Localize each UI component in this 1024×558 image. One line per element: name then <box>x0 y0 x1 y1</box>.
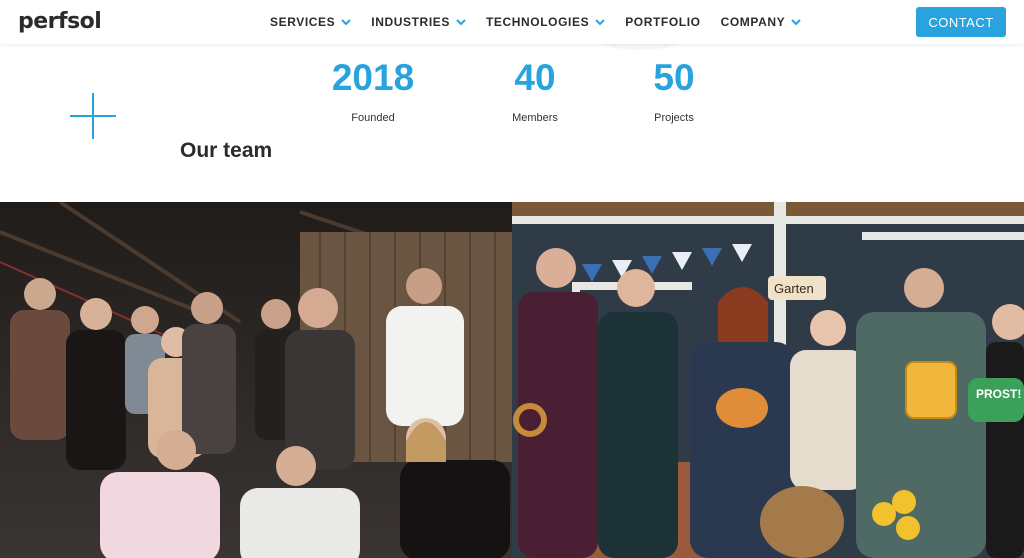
nav-item-portfolio[interactable]: PORTFOLIO <box>625 15 700 29</box>
stat-label: Projects <box>654 112 694 124</box>
nav-item-industries[interactable]: INDUSTRIES <box>371 15 466 29</box>
nav-item-label: INDUSTRIES <box>371 15 450 29</box>
team-photo-oktoberfest: Garten PROST! <box>512 202 1024 558</box>
nav-item-company[interactable]: COMPANY <box>721 15 802 29</box>
team-photo-warehouse <box>0 202 512 558</box>
nav-item-services[interactable]: SERVICES <box>270 15 351 29</box>
team-photo-oktoberfest-illustration: Garten PROST! <box>512 202 1024 558</box>
section-title-our-team: Our team <box>180 139 273 162</box>
nav-item-technologies[interactable]: TECHNOLOGIES <box>486 15 605 29</box>
chevron-down-icon <box>341 19 351 26</box>
chevron-down-icon <box>595 19 605 26</box>
plus-icon <box>70 93 116 139</box>
prost-sign-text: PROST! <box>976 387 1021 401</box>
stat-label: Founded <box>351 112 395 124</box>
nav-item-label: COMPANY <box>720 15 786 29</box>
stat-projects: 50 Projects <box>643 57 705 125</box>
stat-value: 2018 <box>331 57 415 98</box>
contact-button[interactable]: CONTACT <box>916 7 1006 37</box>
site-header: perfsol SERVICES INDUSTRIES TECHNOLOGIES… <box>0 0 1024 44</box>
stat-value: 40 <box>514 57 556 98</box>
stat-value: 50 <box>653 57 695 98</box>
stat-members: 40 Members <box>504 57 566 125</box>
chevron-down-icon <box>456 19 466 26</box>
stat-founded: 2018 Founded <box>326 57 420 125</box>
stat-label: Members <box>512 112 558 124</box>
nav-item-label: TECHNOLOGIES <box>485 15 590 29</box>
nav-item-label: PORTFOLIO <box>625 15 701 29</box>
chevron-down-icon <box>791 19 801 26</box>
team-photo-warehouse-illustration <box>0 202 512 558</box>
main-nav: SERVICES INDUSTRIES TECHNOLOGIES PORTFOL… <box>270 0 801 44</box>
nav-item-label: SERVICES <box>270 15 336 29</box>
logo[interactable]: perfsol <box>18 9 102 34</box>
garden-sign-text: Garten <box>774 281 814 296</box>
